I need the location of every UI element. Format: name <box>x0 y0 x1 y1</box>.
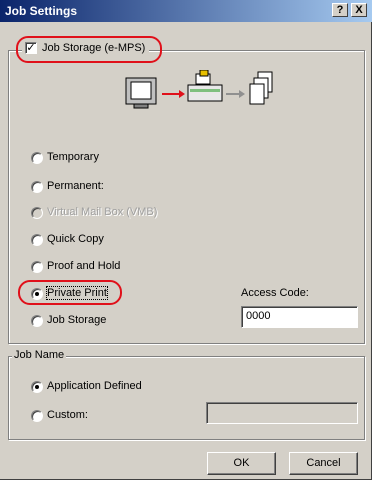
job-flow-illustration <box>124 69 274 116</box>
radio-permanent[interactable] <box>31 181 43 193</box>
radio-virtual-mail-box <box>31 207 43 219</box>
close-button[interactable]: X <box>351 3 367 17</box>
help-button[interactable]: ? <box>332 3 348 17</box>
window-title: Job Settings <box>5 4 78 18</box>
radio-temporary[interactable] <box>31 152 43 164</box>
radio-quick-copy-label[interactable]: Quick Copy <box>47 233 104 245</box>
arrow-gray-icon <box>226 90 245 98</box>
radio-job-storage-label[interactable]: Job Storage <box>47 314 106 326</box>
ok-button[interactable]: OK <box>207 452 276 475</box>
access-code-input[interactable]: 0000 <box>241 306 358 328</box>
printer-icon <box>187 69 223 102</box>
radio-proof-and-hold-label[interactable]: Proof and Hold <box>47 260 120 272</box>
private-print-highlight <box>18 280 122 305</box>
computer-icon <box>125 77 157 109</box>
job-settings-dialog: Job Settings ? X ✓ Job Storage (e-MPS) J… <box>0 0 372 480</box>
title-bar[interactable]: Job Settings ? X <box>0 0 372 22</box>
radio-permanent-label[interactable]: Permanent: <box>47 180 104 192</box>
job-name-group-label: Job Name <box>12 349 67 361</box>
radio-proof-and-hold[interactable] <box>31 261 43 273</box>
radio-custom-label[interactable]: Custom: <box>47 409 88 421</box>
cancel-button[interactable]: Cancel <box>289 452 358 475</box>
arrow-red-icon <box>162 90 185 98</box>
radio-temporary-label[interactable]: Temporary <box>47 151 99 163</box>
access-code-label: Access Code: <box>241 287 309 299</box>
radio-custom[interactable] <box>31 410 43 422</box>
job-storage-highlight <box>16 36 162 63</box>
radio-job-storage[interactable] <box>31 315 43 327</box>
job-name-group <box>8 356 365 440</box>
radio-application-defined-label[interactable]: Application Defined <box>47 380 142 392</box>
radio-virtual-mail-box-label: Virtual Mail Box (VMB) <box>47 206 158 218</box>
stacked-pages-icon <box>249 71 273 105</box>
radio-quick-copy[interactable] <box>31 234 43 246</box>
radio-application-defined[interactable] <box>31 381 43 393</box>
custom-job-name-input <box>206 402 358 424</box>
